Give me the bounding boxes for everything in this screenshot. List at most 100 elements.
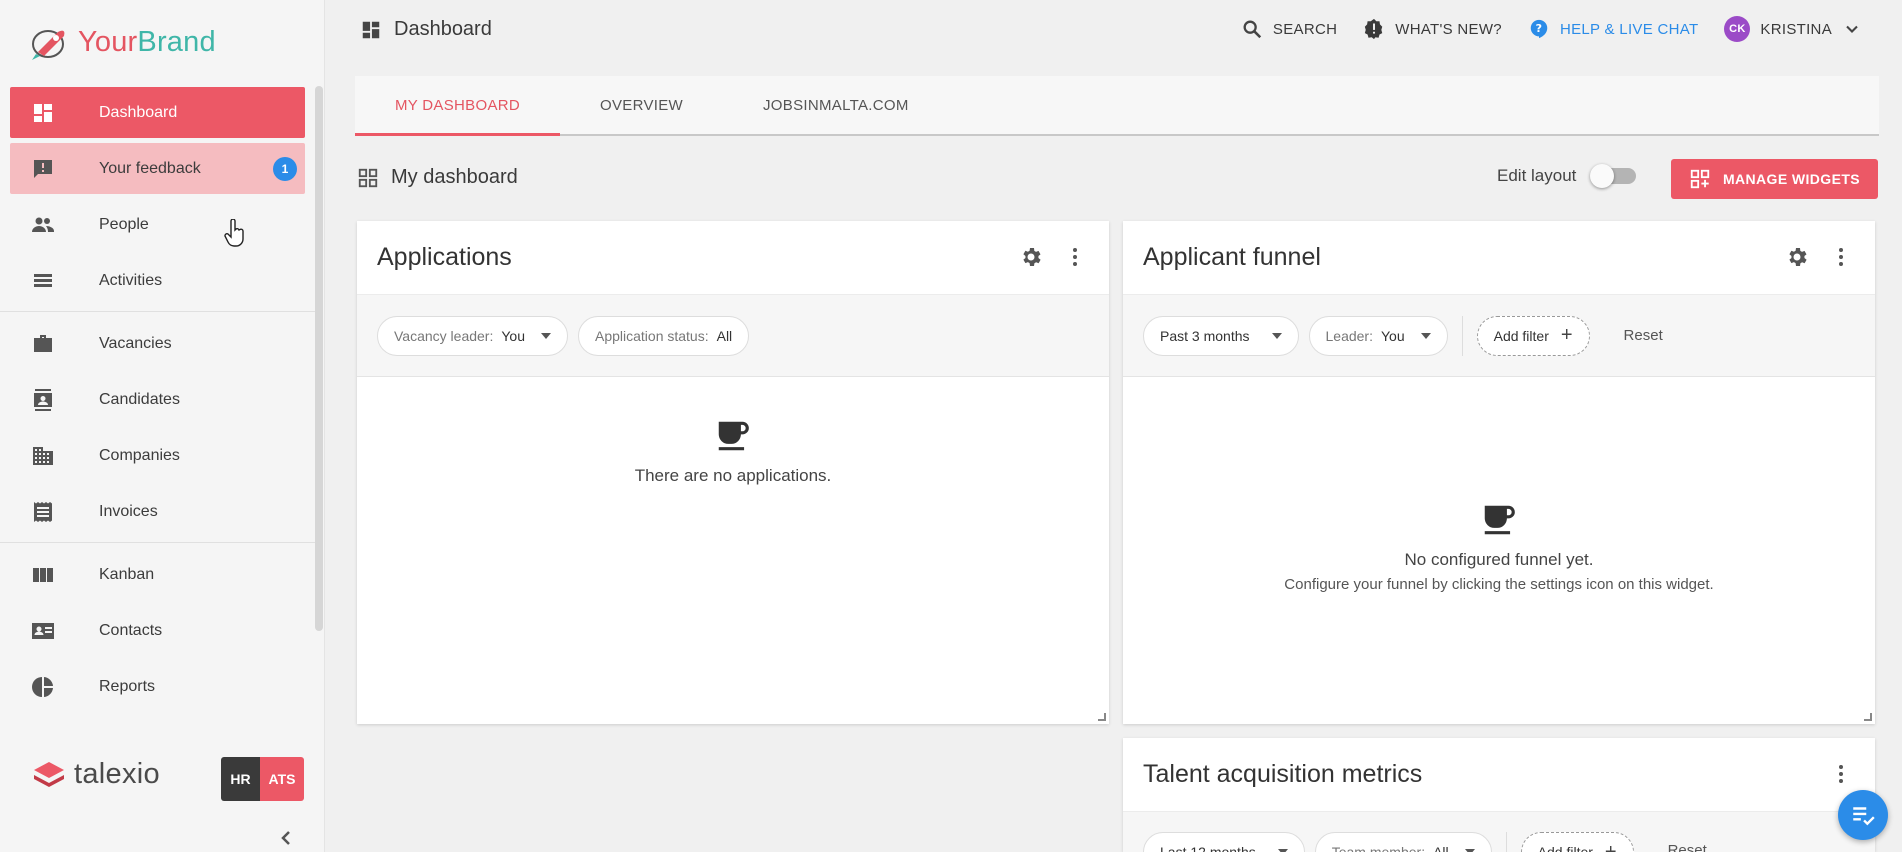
application-status-filter[interactable]: Application status: All xyxy=(577,315,750,356)
search-label: SEARCH xyxy=(1272,20,1338,38)
edit-layout-control: Edit layout xyxy=(1497,164,1637,188)
whats-new-label: WHAT'S NEW? xyxy=(1395,20,1502,38)
empty-state: No configured funnel yet. Configure your… xyxy=(1123,377,1875,593)
header-actions: SEARCH WHAT'S NEW? ? HELP & LIVE CHAT CK… xyxy=(1241,16,1862,42)
tab-overview[interactable]: OVERVIEW xyxy=(560,76,723,134)
ats-module-button[interactable]: ATS xyxy=(260,757,304,801)
tab-jobsinmalta[interactable]: JOBSINMALTA.COM xyxy=(723,76,949,134)
filter-value: You xyxy=(1380,327,1405,344)
sidebar-item-dashboard[interactable]: Dashboard xyxy=(10,87,305,138)
resize-handle[interactable] xyxy=(1864,713,1872,721)
coffee-cup-icon xyxy=(718,421,749,451)
widget-header: Talent acquisition metrics xyxy=(1123,738,1875,812)
gear-icon[interactable] xyxy=(1019,245,1043,269)
avatar: CK xyxy=(1724,16,1751,42)
sidebar-item-label: Candidates xyxy=(99,390,180,408)
sidebar-item-kanban[interactable]: Kanban xyxy=(10,549,305,600)
manage-widgets-button[interactable]: MANAGE WIDGETS xyxy=(1671,159,1878,199)
add-filter-button[interactable]: Add filter + xyxy=(1476,315,1590,356)
grid-icon xyxy=(358,168,378,187)
contact-card-icon xyxy=(30,618,56,644)
module-switcher: HR ATS xyxy=(221,757,304,801)
whats-new-button[interactable]: WHAT'S NEW? xyxy=(1363,18,1502,40)
pie-chart-icon xyxy=(30,674,56,700)
filter-label: Team member: xyxy=(1331,844,1426,852)
sidebar: YourBrand Dashboard Your feedback 1 Peop… xyxy=(0,0,325,852)
dashboard-icon xyxy=(30,100,56,126)
coffee-cup-icon xyxy=(1484,505,1515,535)
filter-value: All xyxy=(1433,844,1449,852)
user-menu[interactable]: CK KRISTINA xyxy=(1724,16,1862,42)
sidebar-scrollbar[interactable] xyxy=(315,86,323,631)
sidebar-item-candidates[interactable]: Candidates xyxy=(10,374,305,425)
reset-filters-button[interactable]: Reset xyxy=(1624,327,1663,344)
period-filter[interactable]: Last 12 months xyxy=(1143,832,1305,852)
dashboard-icon xyxy=(362,21,380,38)
filter-label: Leader: xyxy=(1325,327,1373,344)
notification-badge: 1 xyxy=(273,156,297,181)
task-list-fab[interactable] xyxy=(1838,790,1888,840)
leader-filter[interactable]: Leader: You xyxy=(1308,315,1448,356)
widget-header: Applicant funnel xyxy=(1123,221,1875,295)
tab-my-dashboard[interactable]: MY DASHBOARD xyxy=(355,76,561,136)
sidebar-item-companies[interactable]: Companies xyxy=(10,430,305,481)
sidebar-item-your-feedback[interactable]: Your feedback 1 xyxy=(10,143,305,194)
dashboard-heading: My dashboard xyxy=(357,166,518,189)
manage-widgets-label: MANAGE WIDGETS xyxy=(1722,171,1861,187)
period-filter[interactable]: Past 3 months xyxy=(1143,315,1299,356)
edit-layout-toggle[interactable] xyxy=(1590,164,1637,188)
talent-acquisition-widget: Talent acquisition metrics Last 12 month… xyxy=(1123,738,1875,852)
plus-icon: + xyxy=(1604,840,1617,852)
sidebar-item-label: Your feedback xyxy=(99,159,201,177)
talexio-logo: talexio xyxy=(32,758,160,791)
resize-handle[interactable] xyxy=(1098,713,1106,721)
sidebar-item-label: Reports xyxy=(99,677,156,695)
widget-actions xyxy=(1019,245,1087,269)
collapse-sidebar-button[interactable] xyxy=(276,828,296,848)
add-filter-button[interactable]: Add filter + xyxy=(1520,832,1634,852)
svg-text:?: ? xyxy=(1536,22,1543,35)
page-title-text: Dashboard xyxy=(394,18,492,40)
sidebar-item-vacancies[interactable]: Vacancies xyxy=(10,318,305,369)
filter-value: Past 3 months xyxy=(1160,327,1250,344)
add-filter-label: Add filter xyxy=(1493,327,1549,344)
help-icon: ? xyxy=(1530,19,1548,39)
hand-cursor-icon xyxy=(224,219,244,247)
brand-logo[interactable]: YourBrand xyxy=(28,22,216,62)
filter-label: Application status: xyxy=(594,327,709,344)
reset-filters-button[interactable]: Reset xyxy=(1668,842,1707,852)
widgets-add-icon xyxy=(1690,169,1710,189)
sidebar-item-invoices[interactable]: Invoices xyxy=(10,486,305,537)
team-member-filter[interactable]: Team member: All xyxy=(1314,832,1492,852)
vacancy-leader-filter[interactable]: Vacancy leader: You xyxy=(377,315,568,356)
filter-value: You xyxy=(501,327,525,344)
sidebar-item-contacts[interactable]: Contacts xyxy=(10,605,305,656)
widget-title: Applications xyxy=(377,243,512,271)
help-label: HELP & LIVE CHAT xyxy=(1559,20,1699,38)
filter-label: Vacancy leader: xyxy=(394,327,494,344)
sidebar-item-label: Contacts xyxy=(99,621,163,639)
widget-filters: Vacancy leader: You Application status: … xyxy=(357,295,1109,377)
sidebar-item-label: Kanban xyxy=(99,565,155,583)
caret-down-icon xyxy=(540,332,551,339)
sidebar-item-reports[interactable]: Reports xyxy=(10,661,305,712)
empty-subtitle: Configure your funnel by clicking the se… xyxy=(1284,576,1714,593)
gear-icon[interactable] xyxy=(1785,245,1809,269)
empty-title: No configured funnel yet. xyxy=(1404,550,1594,569)
hr-module-button[interactable]: HR xyxy=(221,757,260,801)
search-button[interactable]: SEARCH xyxy=(1241,18,1337,40)
widget-actions xyxy=(1829,762,1853,786)
sidebar-item-activities[interactable]: Activities xyxy=(10,255,305,306)
dashboard-tabs: MY DASHBOARD OVERVIEW JOBSINMALTA.COM xyxy=(355,76,1879,136)
layers-logo-icon xyxy=(34,761,64,787)
more-vertical-icon[interactable] xyxy=(1063,245,1087,269)
more-vertical-icon[interactable] xyxy=(1829,245,1853,269)
candidates-icon xyxy=(30,387,56,413)
sidebar-item-people[interactable]: People xyxy=(10,199,305,250)
more-vertical-icon[interactable] xyxy=(1829,762,1853,786)
help-live-chat-button[interactable]: ? HELP & LIVE CHAT xyxy=(1528,18,1698,40)
sidebar-item-label: People xyxy=(99,215,149,233)
widget-actions xyxy=(1785,245,1853,269)
nav-divider xyxy=(0,311,315,312)
kanban-icon xyxy=(30,562,56,588)
